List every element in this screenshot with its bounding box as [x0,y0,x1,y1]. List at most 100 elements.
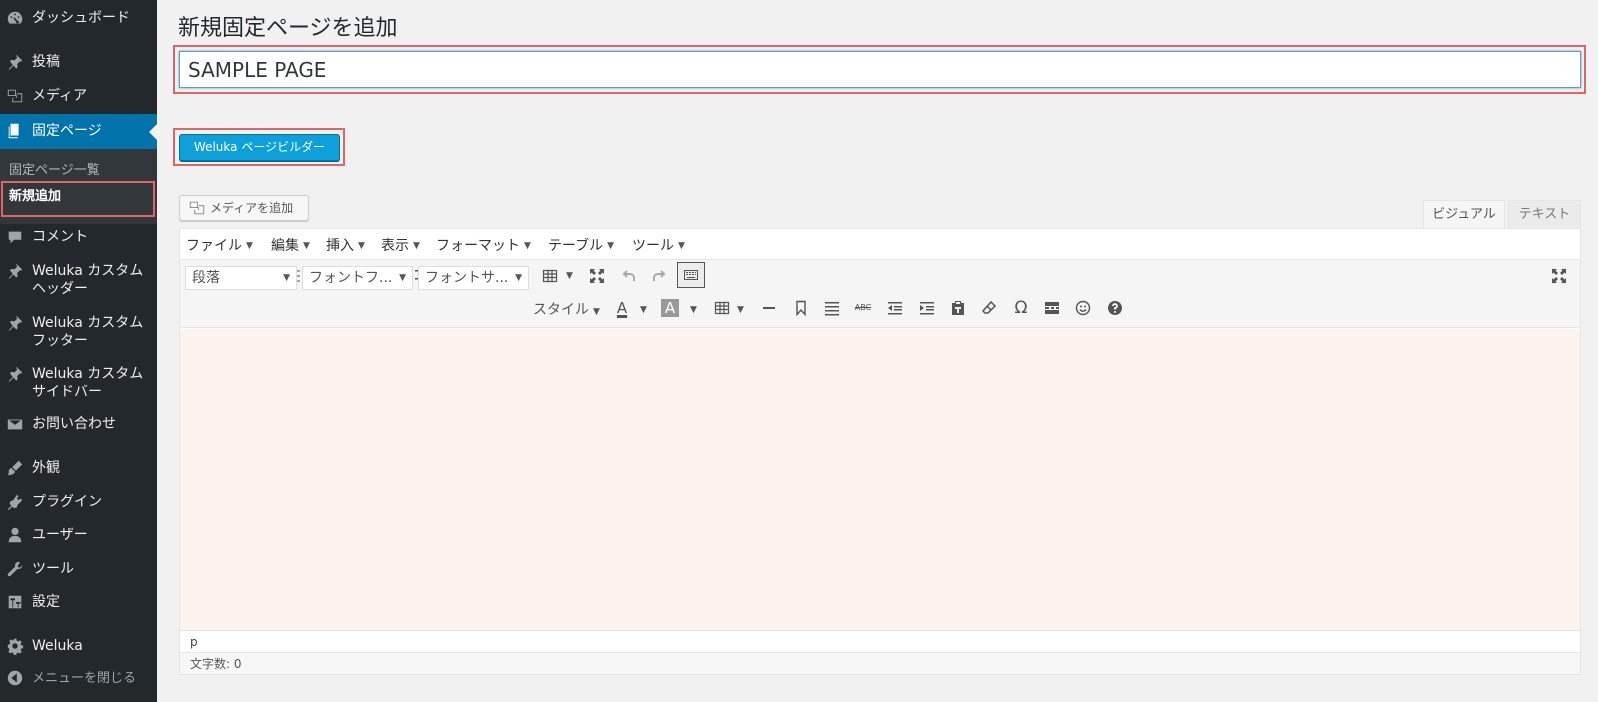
menu-format[interactable]: フォーマット ▼ [436,235,531,255]
format-select-value: 段落 [192,270,220,286]
sidebar-item-label: 固定ページ [32,123,102,139]
read-more-icon[interactable] [1040,296,1064,320]
font-family-select[interactable]: フォントフ... ▼ [302,266,413,290]
sidebar-item-media[interactable]: メディア [0,84,157,108]
admin-sidebar: ダッシュボード 投稿 メディア 固定ページ 固定ページ一覧 新規追加 コメント … [0,0,157,702]
title-input[interactable] [179,51,1581,88]
fullscreen-icon[interactable] [585,264,609,288]
menu-edit[interactable]: 編集 ▼ [271,235,310,255]
caret-down-icon[interactable]: ▼ [737,305,744,315]
comment-icon [6,228,26,248]
sidebar-item-comments[interactable]: コメント [0,225,157,249]
caret-down-icon: ▼ [607,241,615,251]
background-color-icon[interactable]: A [661,299,679,317]
sidebar-item-users[interactable]: ユーザー [0,523,157,547]
editor-path: p [180,630,1580,652]
plugin-icon [6,493,26,513]
sidebar-item-settings[interactable]: 設定 [0,590,157,614]
menu-label: 表示 [381,238,409,254]
menu-tools[interactable]: ツール ▼ [632,235,685,255]
sidebar-item-label: 設定 [32,594,60,610]
indent-icon[interactable] [915,296,939,320]
menu-label: ツール [632,238,674,254]
sidebar-item-contact[interactable]: お問い合わせ [0,412,157,436]
menu-label: ファイル [186,238,242,254]
collapse-menu-button[interactable]: メニューを閉じる [0,668,157,690]
sidebar-item-posts[interactable]: 投稿 [0,50,157,74]
caret-down-icon[interactable]: ▼ [566,271,573,281]
collapse-arrow-icon [6,669,26,689]
editor-fullscreen-icon[interactable] [1547,264,1571,288]
paste-text-icon[interactable] [946,296,970,320]
sidebar-item-label: お問い合わせ [32,416,116,432]
sidebar-item-plugins[interactable]: プラグイン [0,490,157,514]
sidebar-item-label: Weluka カスタムフッター [32,315,144,349]
anchor-icon[interactable] [789,296,813,320]
table-icon[interactable] [538,264,562,288]
sidebar-item-appearance[interactable]: 外観 [0,456,157,480]
sidebar-item-label: 外観 [32,460,60,476]
pin-icon [6,314,26,334]
settings-icon [6,593,26,613]
menu-file[interactable]: ファイル ▼ [186,235,253,255]
format-select[interactable]: 段落 ▼ [185,266,297,290]
caret-down-icon: ▼ [515,273,522,283]
help-icon[interactable] [1103,296,1127,320]
sidebar-item-weluka[interactable]: Weluka [0,634,157,658]
menu-view[interactable]: 表示 ▼ [381,235,420,255]
weluka-page-builder-button[interactable]: Weluka ページビルダー [179,134,340,161]
collapse-menu-label: メニューを閉じる [32,671,137,686]
submenu-item-add-new[interactable]: 新規追加 [9,185,61,204]
media-icon [6,87,26,107]
caret-down-icon[interactable]: ▼ [690,305,697,315]
tab-text[interactable]: テキスト [1508,200,1581,229]
sidebar-item-label: Weluka [32,638,83,654]
sidebar-item-tools[interactable]: ツール [0,557,157,581]
sidebar-item-label: ツール [32,561,74,577]
media-icon [188,199,206,217]
horizontal-line-icon[interactable] [757,296,781,320]
sidebar-item-label: Weluka カスタムヘッダー [32,263,144,297]
editor-menubar: ファイル ▼ 編集 ▼ 挿入 ▼ 表示 ▼ フォーマット ▼ テーブル ▼ ツール ▼ [180,229,1580,260]
text-color-icon[interactable]: A [610,296,634,320]
editor-content-area[interactable] [180,329,1580,630]
sidebar-item-label: ユーザー [32,527,88,543]
font-size-value: フォントサ... [425,270,509,286]
undo-icon[interactable] [616,264,640,288]
outdent-icon[interactable] [883,296,907,320]
style-dropdown[interactable]: スタイル ▼ [533,299,600,319]
pin-icon [6,53,26,73]
justify-icon[interactable] [820,296,844,320]
menu-insert[interactable]: 挿入 ▼ [326,235,365,255]
add-media-button[interactable]: メディアを追加 [179,195,309,221]
pin-icon [6,365,26,385]
menu-table[interactable]: テーブル ▼ [548,235,614,255]
menu-label: テーブル [548,238,604,254]
sidebar-item-dashboard[interactable]: ダッシュボード [0,6,157,30]
tab-visual[interactable]: ビジュアル [1423,200,1505,229]
omega-icon[interactable]: Ω [1009,296,1033,320]
caret-down-icon: ▼ [303,241,310,251]
sidebar-item-label: Weluka カスタムサイドバー [32,366,144,400]
font-size-select[interactable]: フォントサ... ▼ [418,266,529,290]
sidebar-item-pages[interactable]: 固定ページ [0,114,157,149]
eraser-icon[interactable] [977,296,1001,320]
sidebar-item-weluka-sidebar[interactable]: Weluka カスタムサイドバー [0,362,157,402]
keyboard-toggle-icon[interactable] [677,262,705,288]
sidebar-item-weluka-header[interactable]: Weluka カスタムヘッダー [0,259,157,299]
caret-down-icon: ▼ [593,307,600,317]
caret-down-icon[interactable]: ▼ [640,305,647,315]
sidebar-item-label: プラグイン [32,494,102,510]
caret-down-icon: ▼ [678,241,685,251]
caret-down-icon: ▼ [524,241,531,251]
submenu-item-all-pages[interactable]: 固定ページ一覧 [9,159,100,178]
add-media-label: メディアを追加 [210,201,294,215]
strikethrough-icon[interactable]: ABC [851,296,875,320]
menu-label: 編集 [271,238,299,254]
emoji-icon[interactable] [1071,296,1095,320]
sidebar-item-weluka-footer[interactable]: Weluka カスタムフッター [0,311,157,351]
table-insert-icon[interactable] [710,296,734,320]
sidebar-item-label: メディア [32,88,88,104]
user-icon [6,526,26,546]
redo-icon[interactable] [648,264,672,288]
